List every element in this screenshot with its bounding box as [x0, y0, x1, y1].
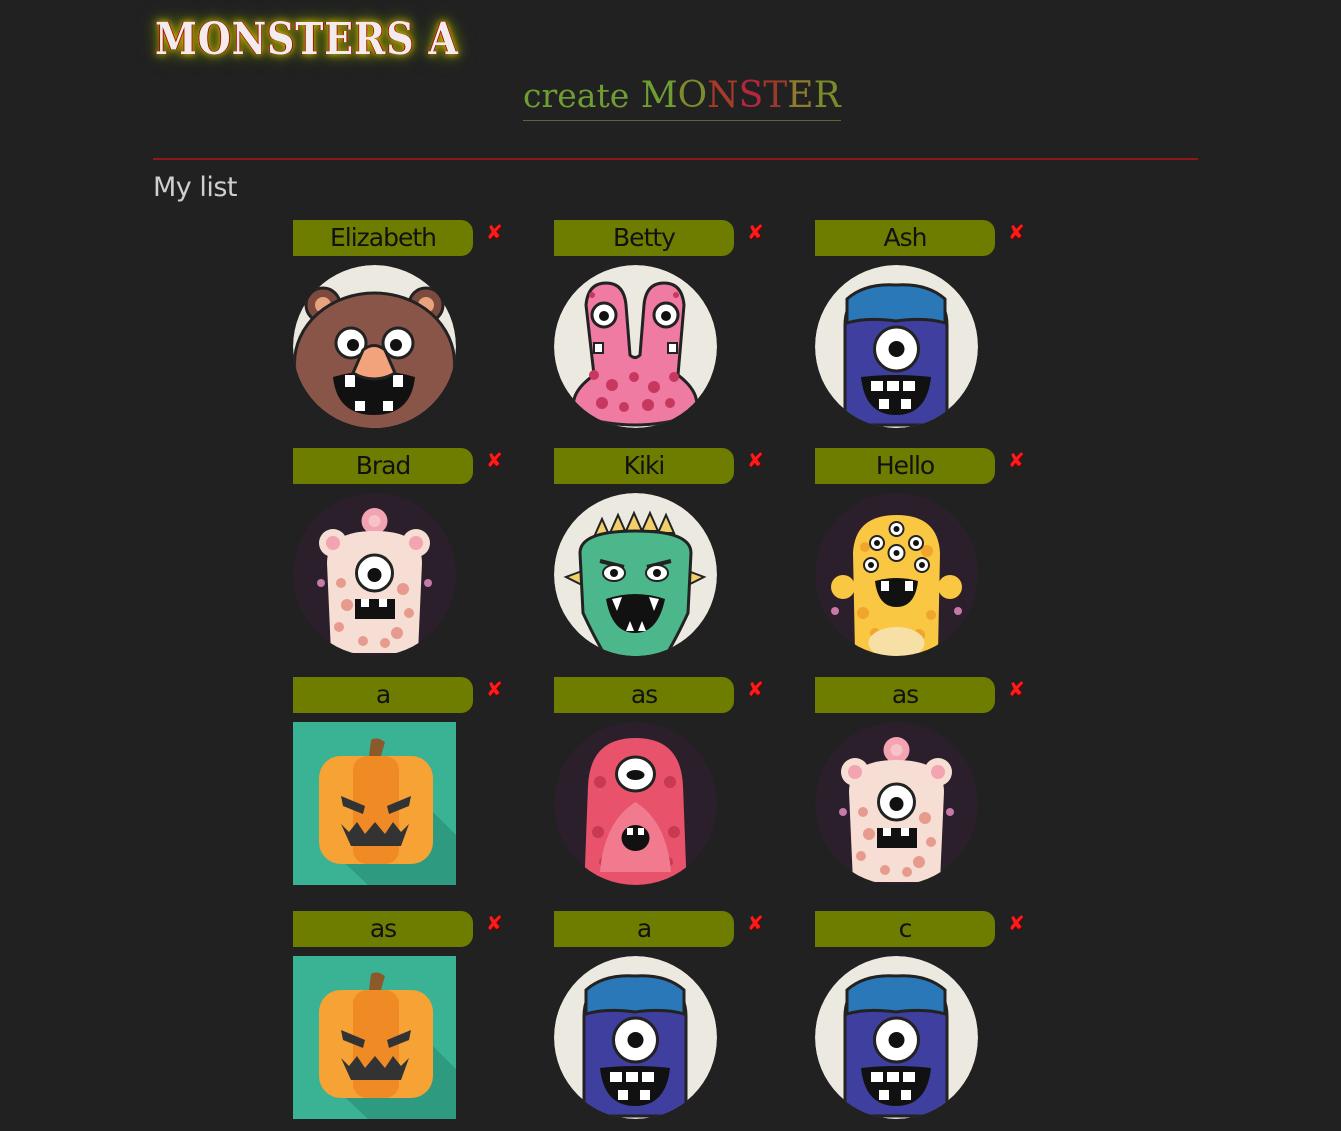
monster-name-label[interactable]: a	[554, 911, 734, 947]
section-title: My list	[153, 172, 238, 203]
monster-grid: Elizabeth ✘ Betty ✘ Ash ✘ Brad ✘ Kiki ✘ …	[293, 220, 1076, 1131]
monster-card: as ✘	[815, 677, 1076, 911]
create-monster-link[interactable]: create MONSTER	[523, 74, 841, 121]
pumpkin-image	[293, 956, 456, 1119]
monster-card: a ✘	[293, 677, 554, 911]
monster-avatar[interactable]	[293, 493, 456, 656]
monster-card: as ✘	[554, 677, 815, 911]
monster-avatar[interactable]	[815, 956, 978, 1119]
delete-monster-button[interactable]: ✘	[486, 450, 503, 470]
monster-name-label[interactable]: Brad	[293, 448, 473, 484]
flower-cyclops-monster-image	[815, 722, 978, 885]
blue-cyclops-monster-image	[554, 956, 717, 1119]
delete-monster-button[interactable]: ✘	[1008, 450, 1025, 470]
monster-name-label[interactable]: as	[554, 677, 734, 713]
monster-card: Hello ✘	[815, 448, 1076, 677]
delete-monster-button[interactable]: ✘	[747, 222, 764, 242]
pumpkin-image	[293, 722, 456, 885]
delete-monster-button[interactable]: ✘	[747, 679, 764, 699]
monster-name-label[interactable]: Elizabeth	[293, 220, 473, 256]
monster-name-label[interactable]: Hello	[815, 448, 995, 484]
monster-avatar[interactable]	[554, 493, 717, 656]
red-tentacle-monster-image	[554, 722, 717, 885]
monster-avatar[interactable]	[293, 956, 456, 1119]
monster-name-label[interactable]: as	[815, 677, 995, 713]
monster-avatar[interactable]	[293, 722, 456, 885]
monster-name-label[interactable]: a	[293, 677, 473, 713]
monster-name-label[interactable]: c	[815, 911, 995, 947]
site-logo[interactable]: MONSTERS A	[155, 14, 459, 65]
monster-card: a ✘	[554, 911, 815, 1131]
delete-monster-button[interactable]: ✘	[486, 679, 503, 699]
delete-monster-button[interactable]: ✘	[747, 450, 764, 470]
monster-card: Brad ✘	[293, 448, 554, 677]
monster-name-label[interactable]: Betty	[554, 220, 734, 256]
monster-avatar[interactable]	[554, 956, 717, 1119]
bear-monster-image	[293, 265, 456, 428]
delete-monster-button[interactable]: ✘	[1008, 679, 1025, 699]
blue-cyclops-monster-image	[815, 956, 978, 1119]
delete-monster-button[interactable]: ✘	[1008, 222, 1025, 242]
yellow-multi-eye-monster-image	[815, 493, 978, 656]
monster-card: as ✘	[293, 911, 554, 1131]
delete-monster-button[interactable]: ✘	[1008, 913, 1025, 933]
monster-name-label[interactable]: as	[293, 911, 473, 947]
flower-cyclops-monster-image	[293, 493, 456, 656]
monster-avatar[interactable]	[554, 722, 717, 885]
monster-avatar[interactable]	[815, 493, 978, 656]
monster-card: Betty ✘	[554, 220, 815, 448]
header-divider	[153, 158, 1198, 160]
create-link-monster-word: MONSTER	[640, 75, 841, 116]
monster-avatar[interactable]	[815, 265, 978, 428]
blue-cyclops-monster-image	[815, 265, 978, 428]
create-link-word: create	[523, 76, 630, 115]
pink-two-eyed-monster-image	[554, 265, 717, 428]
green-spiky-monster-image	[554, 493, 717, 656]
monster-card: Ash ✘	[815, 220, 1076, 448]
monster-card: c ✘	[815, 911, 1076, 1131]
delete-monster-button[interactable]: ✘	[486, 913, 503, 933]
monster-name-label[interactable]: Kiki	[554, 448, 734, 484]
monster-card: Kiki ✘	[554, 448, 815, 677]
monster-avatar[interactable]	[554, 265, 717, 428]
delete-monster-button[interactable]: ✘	[486, 222, 503, 242]
monster-avatar[interactable]	[815, 722, 978, 885]
monster-avatar[interactable]	[293, 265, 456, 428]
monster-name-label[interactable]: Ash	[815, 220, 995, 256]
monster-card: Elizabeth ✘	[293, 220, 554, 448]
delete-monster-button[interactable]: ✘	[747, 913, 764, 933]
